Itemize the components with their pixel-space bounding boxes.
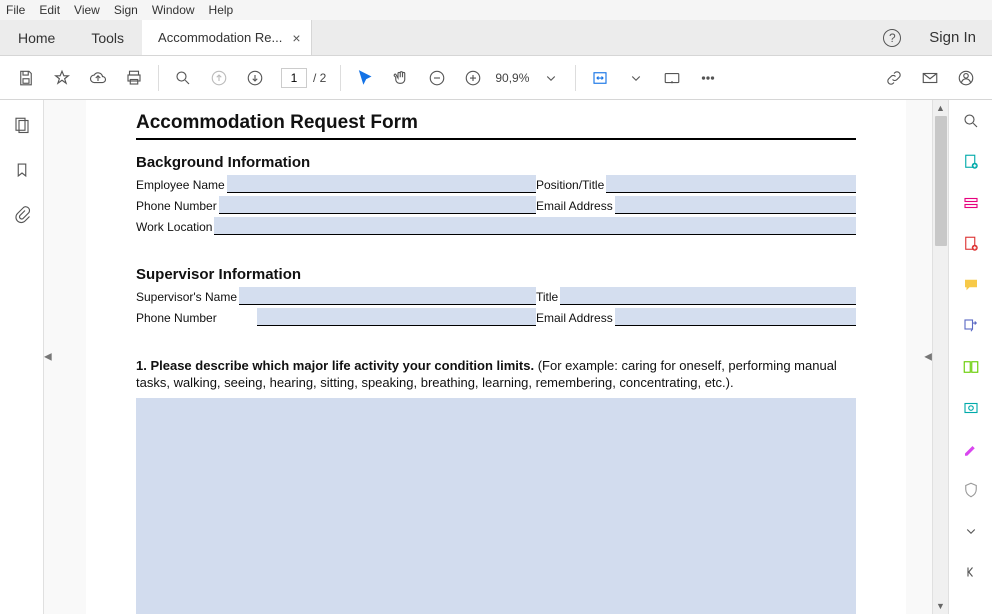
document-page: Accommodation Request Form Background In…	[86, 100, 906, 614]
page-indicator: / 2	[281, 68, 326, 88]
supervisor-title-field[interactable]	[560, 287, 856, 305]
supervisor-phone-field[interactable]	[257, 308, 536, 326]
fit-dropdown-icon[interactable]	[620, 62, 652, 94]
supervisor-phone-label: Phone Number	[136, 311, 217, 326]
page-down-icon[interactable]	[239, 62, 271, 94]
right-rail	[948, 100, 992, 614]
position-title-field[interactable]	[606, 175, 856, 193]
cloud-upload-icon[interactable]	[82, 62, 114, 94]
read-mode-icon[interactable]	[656, 62, 688, 94]
menu-bar: File Edit View Sign Window Help	[0, 0, 992, 20]
export-pdf-icon[interactable]	[962, 235, 980, 258]
thumbnails-icon[interactable]	[13, 116, 31, 139]
tab-document-label: Accommodation Re...	[158, 30, 282, 45]
hand-tool-icon[interactable]	[385, 62, 417, 94]
phone-number-field[interactable]	[219, 196, 536, 214]
work-location-field[interactable]	[214, 217, 856, 235]
page-total-label: / 2	[313, 71, 326, 85]
left-rail	[0, 100, 44, 614]
collapse-right-icon[interactable]: ◀	[924, 352, 932, 363]
scroll-down-icon[interactable]: ▼	[933, 598, 948, 614]
page-up-icon[interactable]	[203, 62, 235, 94]
tab-tools[interactable]: Tools	[73, 20, 142, 55]
employee-name-field[interactable]	[227, 175, 536, 193]
supervisor-heading: Supervisor Information	[136, 266, 856, 283]
protect-icon[interactable]	[962, 481, 980, 504]
find-icon[interactable]	[167, 62, 199, 94]
organize-icon[interactable]	[962, 317, 980, 340]
menu-sign[interactable]: Sign	[114, 3, 138, 17]
tab-document[interactable]: Accommodation Re... ×	[142, 20, 311, 55]
menu-window[interactable]: Window	[152, 3, 195, 17]
chevron-down-icon[interactable]	[962, 522, 980, 545]
save-icon[interactable]	[10, 62, 42, 94]
scroll-up-icon[interactable]: ▲	[933, 100, 948, 116]
edit-pdf-icon[interactable]	[962, 194, 980, 217]
document-viewport[interactable]: Accommodation Request Form Background In…	[44, 100, 948, 614]
question-1: 1. Please describe which major life acti…	[136, 357, 856, 392]
scroll-thumb[interactable]	[935, 116, 947, 246]
create-pdf-icon[interactable]	[962, 153, 980, 176]
share-link-icon[interactable]	[878, 62, 910, 94]
zoom-in-icon[interactable]	[457, 62, 489, 94]
profile-icon[interactable]	[950, 62, 982, 94]
supervisor-name-field[interactable]	[239, 287, 536, 305]
page-current-input[interactable]	[281, 68, 307, 88]
more-tools-icon[interactable]	[692, 62, 724, 94]
menu-help[interactable]: Help	[209, 3, 234, 17]
zoom-dropdown-icon[interactable]	[535, 62, 567, 94]
help-icon[interactable]: ?	[883, 29, 901, 47]
horizontal-rule	[136, 138, 856, 140]
supervisor-title-label: Title	[536, 290, 558, 305]
work-location-label: Work Location	[136, 220, 212, 235]
combine-icon[interactable]	[962, 358, 980, 381]
star-icon[interactable]	[46, 62, 78, 94]
menu-view[interactable]: View	[74, 3, 100, 17]
redact-icon[interactable]	[962, 399, 980, 422]
toolbar: / 2 90,9%	[0, 56, 992, 100]
supervisor-email-field[interactable]	[615, 308, 856, 326]
background-heading: Background Information	[136, 154, 856, 171]
sign-in-button[interactable]: Sign In	[929, 29, 976, 46]
expand-rail-icon[interactable]	[962, 563, 980, 586]
menu-file[interactable]: File	[6, 3, 25, 17]
tab-home[interactable]: Home	[0, 20, 73, 55]
tab-close-icon[interactable]: ×	[292, 30, 300, 46]
menu-edit[interactable]: Edit	[39, 3, 60, 17]
tab-row: Home Tools Accommodation Re... × ? Sign …	[0, 20, 992, 56]
zoom-out-icon[interactable]	[421, 62, 453, 94]
fit-width-icon[interactable]	[584, 62, 616, 94]
vertical-scrollbar[interactable]: ▲ ▼	[932, 100, 948, 614]
question-1-bold: 1. Please describe which major life acti…	[136, 358, 534, 373]
comment-icon[interactable]	[962, 276, 980, 299]
employee-name-label: Employee Name	[136, 178, 225, 193]
attachment-icon[interactable]	[13, 206, 31, 229]
position-title-label: Position/Title	[536, 178, 604, 193]
sign-tool-icon[interactable]	[962, 440, 980, 463]
print-icon[interactable]	[118, 62, 150, 94]
select-tool-icon[interactable]	[349, 62, 381, 94]
zoom-value: 90,9%	[495, 71, 529, 85]
phone-number-label: Phone Number	[136, 199, 217, 214]
supervisor-name-label: Supervisor's Name	[136, 290, 237, 305]
question-1-textarea[interactable]	[136, 398, 856, 614]
email-address-label: Email Address	[536, 199, 613, 214]
form-title: Accommodation Request Form	[136, 112, 856, 134]
collapse-left-icon[interactable]: ◀	[44, 352, 52, 363]
search-tool-icon[interactable]	[962, 112, 980, 135]
email-address-field[interactable]	[615, 196, 856, 214]
bookmark-icon[interactable]	[13, 161, 31, 184]
supervisor-email-label: Email Address	[536, 311, 613, 326]
email-icon[interactable]	[914, 62, 946, 94]
